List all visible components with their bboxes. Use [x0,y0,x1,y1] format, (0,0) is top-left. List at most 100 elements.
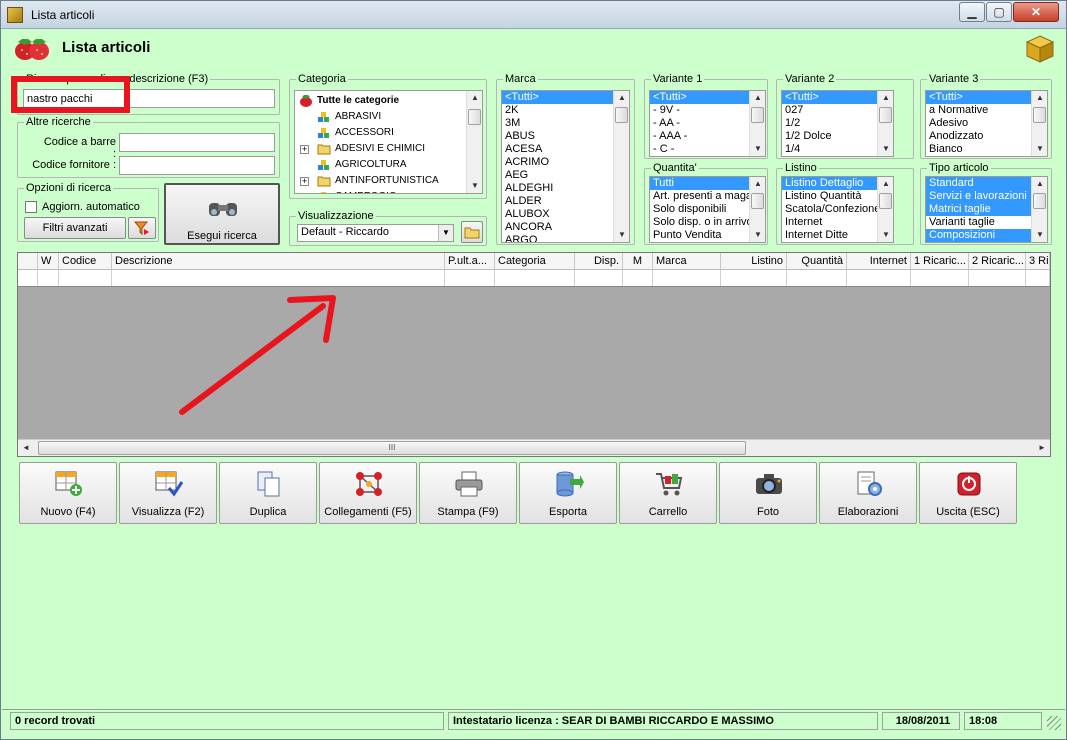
scroll-thumb[interactable] [1033,107,1046,123]
column-header[interactable]: 1 Ricaric... [911,253,969,270]
scroll-up-icon[interactable]: ▲ [878,177,893,191]
table-cell[interactable] [787,270,847,286]
expand-icon[interactable]: + [300,145,309,154]
category-item[interactable]: CAMPEGGIO [295,189,482,193]
category-item[interactable]: AGRICOLTURA [295,157,482,173]
list-item[interactable]: ALDER [502,195,629,208]
scroll-up-icon[interactable]: ▲ [614,91,629,105]
list-item[interactable]: Composizioni [926,229,1047,242]
table-cell[interactable] [18,270,38,286]
column-header[interactable]: Disp. [575,253,623,270]
scroll-up-icon[interactable]: ▲ [750,91,765,105]
list-scrollbar[interactable]: ▲ ▼ [1031,91,1047,156]
process-button[interactable]: Elaborazioni [819,462,917,524]
scroll-down-icon[interactable]: ▼ [878,228,893,242]
table-cell[interactable] [623,270,653,286]
table-cell[interactable] [112,270,445,286]
cart-button[interactable]: Carrello [619,462,717,524]
column-header[interactable]: 3 Ric [1026,253,1050,270]
list-scrollbar[interactable]: ▲ ▼ [877,177,893,242]
variant2-list[interactable]: <Tutti> 027 1/2 1/2 Dolce 1/4 ▲ ▼ [781,90,894,157]
links-button[interactable]: Collegamenti (F5) [319,462,417,524]
list-item[interactable]: <Tutti> [502,91,629,104]
scroll-down-icon[interactable]: ▼ [750,228,765,242]
table-cell[interactable] [495,270,575,286]
scroll-up-icon[interactable]: ▲ [467,91,482,105]
duplicate-button[interactable]: Duplica [219,462,317,524]
table-cell[interactable] [575,270,623,286]
list-item[interactable]: ANCORA [502,221,629,234]
expand-icon[interactable]: + [300,177,309,186]
resize-grip-icon[interactable] [1047,716,1061,730]
list-item[interactable]: Varianti taglie [926,216,1047,229]
scroll-thumb[interactable]: III [38,441,746,455]
category-item[interactable]: + ANTINFORTUNISTICA [295,173,482,189]
grid-hscrollbar[interactable]: ◄ III ► [18,439,1050,456]
scroll-down-icon[interactable]: ▼ [467,179,482,193]
list-item[interactable]: AEG [502,169,629,182]
list-item[interactable]: Solo disp. o in arrivo [650,216,765,229]
category-item[interactable]: ABRASIVI [295,109,482,125]
column-header[interactable]: M [623,253,653,270]
printer-button[interactable]: Stampa (F9) [419,462,517,524]
table-cell[interactable] [721,270,787,286]
open-view-button[interactable] [461,221,483,243]
column-header[interactable]: Codice [59,253,112,270]
list-item[interactable]: <Tutti> [926,91,1047,104]
column-header[interactable]: W [38,253,59,270]
column-header[interactable]: Quantità [787,253,847,270]
camera-button[interactable]: Foto [719,462,817,524]
list-item[interactable]: Matrici taglie [926,203,1047,216]
quantity-list[interactable]: Tutti Art. presenti a magazzino Solo dispo… [649,176,766,243]
column-header[interactable]: 2 Ricaric... [969,253,1026,270]
brand-scrollbar[interactable]: ▲ ▼ [613,91,629,242]
variant3-list[interactable]: <Tutti> a Normative Adesivo Anodizzato Bianc… [925,90,1048,157]
table-cell[interactable] [653,270,721,286]
list-item[interactable]: Servizi e lavorazioni [926,190,1047,203]
pricelist-list[interactable]: Listino Dettaglio Listino Quantità Scatola… [781,176,894,243]
list-scrollbar[interactable]: ▲ ▼ [749,91,765,156]
scroll-up-icon[interactable]: ▲ [750,177,765,191]
list-item[interactable]: 3M [502,117,629,130]
exit-button[interactable]: Uscita (ESC) [919,462,1017,524]
category-item[interactable]: + ADESIVI E CHIMICI [295,141,482,157]
scroll-up-icon[interactable]: ▲ [878,91,893,105]
table-cell[interactable] [969,270,1026,286]
variant1-list[interactable]: <Tutti> - 9V - - AA - - AAA - - C - ▲ ▼ [649,90,766,157]
list-item[interactable]: Standard [926,177,1047,190]
column-header[interactable]: P.ult.a... [445,253,495,270]
list-item[interactable]: - 9V - [650,104,765,117]
scroll-thumb[interactable] [879,107,892,123]
list-item[interactable]: Adesivo [926,117,1047,130]
barcode-input[interactable] [119,133,275,152]
list-item[interactable]: <Tutti> [650,91,765,104]
list-item[interactable]: Punto Vendita [650,229,765,242]
list-item[interactable]: Art. presenti a magazzino [650,190,765,203]
list-item[interactable]: ABUS [502,130,629,143]
category-item[interactable]: ACCESSORI [295,125,482,141]
column-header[interactable]: Internet [847,253,911,270]
column-header[interactable]: Categoria [495,253,575,270]
table-cell[interactable] [38,270,59,286]
table-cell[interactable] [59,270,112,286]
supplier-code-input[interactable] [119,156,275,175]
list-item[interactable]: ACESA [502,143,629,156]
scroll-up-icon[interactable]: ▲ [1032,177,1047,191]
scroll-down-icon[interactable]: ▼ [614,228,629,242]
category-item[interactable]: Tutte le categorie [295,93,482,109]
list-item[interactable]: ALDEGHI [502,182,629,195]
list-item[interactable]: - AAA - [650,130,765,143]
brand-list[interactable]: <Tutti> 2K 3M ABUS ACESA ACRIMO AEG ALDEGHI ALDE… [501,90,630,243]
minimize-button[interactable]: ▁ [959,2,985,22]
table-cell[interactable] [847,270,911,286]
scroll-down-icon[interactable]: ▼ [1032,142,1047,156]
column-header[interactable]: Marca [653,253,721,270]
list-item[interactable]: a Normative [926,104,1047,117]
scroll-thumb[interactable] [751,193,764,209]
view-button[interactable]: Visualizza (F2) [119,462,217,524]
column-header[interactable]: Descrizione [112,253,445,270]
scroll-right-icon[interactable]: ► [1034,440,1050,456]
list-item[interactable]: ALUBOX [502,208,629,221]
advanced-filters-button[interactable]: Filtri avanzati [24,217,126,239]
list-item[interactable]: - AA - [650,117,765,130]
